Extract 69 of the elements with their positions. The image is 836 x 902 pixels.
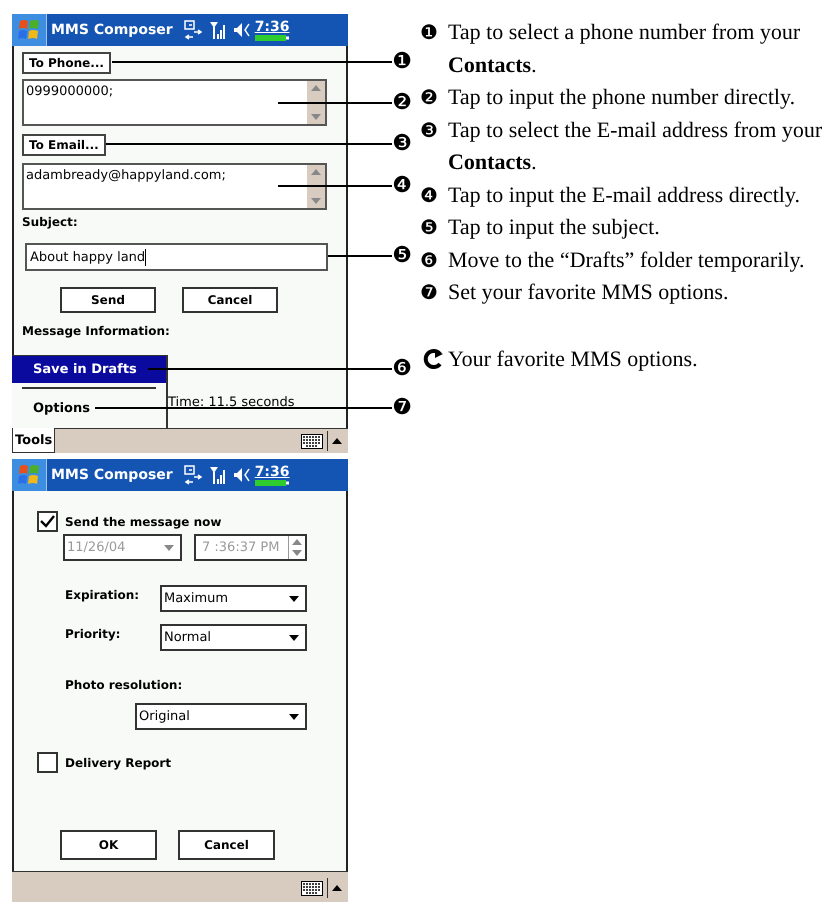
text-area[interactable]: adambready@happyland.com;	[22, 163, 327, 210]
callout-number: ❶	[392, 50, 412, 74]
time-text: Time: 11.5 seconds	[168, 395, 295, 410]
tools-menu[interactable]: Tools	[12, 428, 56, 453]
checkbox[interactable]	[37, 752, 58, 773]
signal-icon[interactable]	[208, 20, 227, 40]
note-number: ❺	[420, 214, 439, 241]
windows-flag-icon[interactable]	[16, 463, 42, 487]
note-number: ❼	[420, 279, 439, 306]
battery-icon	[254, 35, 289, 41]
cancel-button[interactable]: Cancel	[182, 287, 278, 313]
window-title: MMS Composer	[51, 467, 173, 483]
priority-label: Priority:	[65, 626, 122, 640]
note-text: Tap to input the subject.	[448, 213, 661, 241]
priority-dropdown[interactable]: Normal	[160, 624, 307, 651]
photo-resolution-dropdown[interactable]: Original	[135, 703, 307, 730]
expiration-dropdown[interactable]: Maximum	[160, 585, 307, 612]
subject-label: Subject:	[22, 214, 78, 230]
note-text: Tap to input the phone number directly.	[448, 83, 796, 111]
up-arrow-icon[interactable]	[332, 438, 342, 444]
to-phone-button[interactable]: To Phone...	[22, 52, 111, 74]
start-button[interactable]	[12, 14, 47, 46]
clock-text[interactable]: 7:36	[254, 19, 290, 35]
note-text: Tap to input the E-mail address directly.	[448, 180, 801, 209]
send-button[interactable]: Send	[60, 287, 156, 313]
note-number: ❻	[420, 246, 439, 274]
keyboard-icon[interactable]	[301, 880, 323, 896]
send-now-label: Send the message now	[65, 514, 222, 530]
signal-icon[interactable]	[208, 465, 227, 485]
callout-number: ❹	[392, 174, 412, 198]
expiration-label: Expiration:	[65, 588, 140, 602]
note-number: ❸	[420, 116, 439, 144]
connectivity-icon[interactable]	[182, 20, 203, 40]
leader-line	[328, 255, 392, 257]
to-email-button[interactable]: To Email...	[22, 134, 106, 156]
windows-flag-icon[interactable]	[16, 18, 42, 42]
note-text: Tap to select a phone number from your Contacts.	[448, 18, 802, 78]
caption-text: Your favorite MMS options.	[448, 346, 698, 372]
menu-item[interactable]: Save in Drafts	[12, 356, 166, 383]
checkbox[interactable]	[37, 511, 58, 532]
ok-button[interactable]: OK	[60, 830, 157, 860]
callout-number: ❸	[392, 132, 412, 156]
note-number: ❹	[420, 182, 439, 208]
battery-icon	[254, 480, 289, 486]
note-number: ❷	[420, 84, 439, 111]
window-title: MMS Composer	[51, 22, 173, 38]
callout-number: ❼	[392, 396, 412, 420]
note-number: ❶	[420, 19, 439, 46]
dropdown-arrow-icon[interactable]	[289, 596, 299, 602]
text-area[interactable]: 0999000000;	[22, 79, 327, 126]
connectivity-icon[interactable]	[182, 465, 203, 485]
delivery-report-label: Delivery Report	[65, 754, 172, 770]
callout-number: ❺	[392, 244, 412, 268]
dropdown-arrow-icon[interactable]	[289, 714, 299, 720]
callout-number: ❷	[392, 91, 412, 115]
dropdown-arrow-icon[interactable]	[289, 634, 299, 640]
clock-text[interactable]: 7:36	[254, 464, 290, 480]
note-text: Set your favorite MMS options.	[448, 278, 730, 306]
message-info-label: Message Information:	[22, 323, 170, 339]
photo-resolution-label: Photo resolution:	[65, 677, 182, 693]
note-text: Move to the “Drafts” folder temporarily.	[448, 246, 806, 274]
subject-field[interactable]: About happy land	[25, 243, 328, 271]
menu-item[interactable]: Options	[12, 395, 166, 422]
callout-number: ❻	[392, 357, 412, 381]
start-button[interactable]	[12, 459, 47, 491]
keyboard-icon[interactable]	[301, 434, 323, 448]
up-arrow-icon[interactable]	[332, 885, 342, 891]
cancel-button[interactable]: Cancel	[178, 830, 275, 860]
note-text: Tap to select the E-mail address from your Contacts.	[448, 116, 824, 176]
